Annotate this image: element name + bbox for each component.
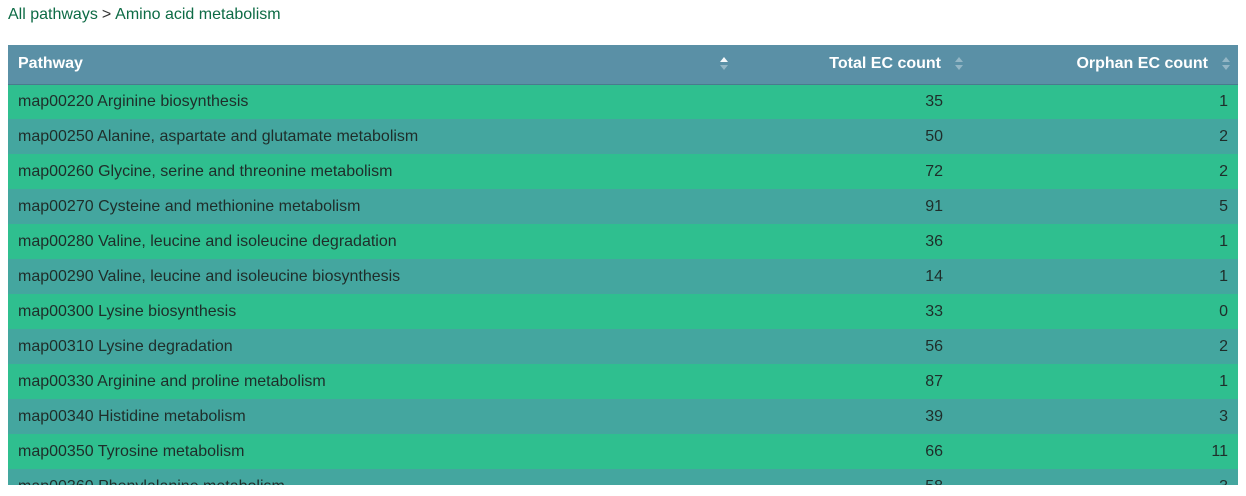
header-row: Pathway Total EC count Orphan EC count — [8, 45, 1238, 85]
total-ec-count-cell: 66 — [730, 434, 973, 469]
table-row[interactable]: map00340 Histidine metabolism 39 3 — [8, 399, 1238, 434]
total-ec-count-cell: 36 — [730, 224, 973, 259]
pathway-cell[interactable]: map00280 Valine, leucine and isoleucine … — [8, 224, 730, 259]
pathway-cell[interactable]: map00300 Lysine biosynthesis — [8, 294, 730, 329]
table-row[interactable]: map00260 Glycine, serine and threonine m… — [8, 154, 1238, 189]
total-ec-count-column-label: Total EC count — [829, 55, 941, 73]
sort-ascending-icon — [720, 56, 728, 72]
table-row[interactable]: map00300 Lysine biosynthesis 33 0 — [8, 294, 1238, 329]
table-row[interactable]: map00280 Valine, leucine and isoleucine … — [8, 224, 1238, 259]
orphan-ec-count-cell: 1 — [973, 224, 1238, 259]
total-ec-count-cell: 58 — [730, 469, 973, 485]
orphan-ec-count-cell: 5 — [973, 189, 1238, 224]
sort-arrows-icon — [1222, 56, 1230, 72]
breadcrumb-all-pathways-link[interactable]: All pathways — [8, 6, 98, 23]
pathway-column-label: Pathway — [18, 55, 83, 73]
orphan-ec-count-cell: 3 — [973, 469, 1238, 485]
orphan-ec-count-cell: 0 — [973, 294, 1238, 329]
pathway-cell[interactable]: map00330 Arginine and proline metabolism — [8, 364, 730, 399]
table-header: Pathway Total EC count Orphan EC count — [8, 45, 1238, 85]
total-ec-count-cell: 91 — [730, 189, 973, 224]
sort-arrows-icon — [955, 56, 963, 72]
orphan-ec-count-cell: 2 — [973, 154, 1238, 189]
orphan-ec-count-cell: 2 — [973, 329, 1238, 364]
orphan-ec-count-cell: 2 — [973, 119, 1238, 154]
table-row[interactable]: map00250 Alanine, aspartate and glutamat… — [8, 119, 1238, 154]
pathway-cell[interactable]: map00250 Alanine, aspartate and glutamat… — [8, 119, 730, 154]
table-row[interactable]: map00220 Arginine biosynthesis 35 1 — [8, 84, 1238, 119]
breadcrumb-separator: > — [101, 6, 112, 23]
breadcrumb-current-link[interactable]: Amino acid metabolism — [115, 6, 280, 23]
orphan-ec-count-cell: 11 — [973, 434, 1238, 469]
pathway-table-container[interactable]: Pathway Total EC count Orphan EC count m… — [8, 45, 1238, 485]
orphan-ec-count-cell: 1 — [973, 364, 1238, 399]
total-ec-count-cell: 14 — [730, 259, 973, 294]
table-body: map00220 Arginine biosynthesis 35 1 map0025… — [8, 84, 1238, 485]
pathway-cell[interactable]: map00340 Histidine metabolism — [8, 399, 730, 434]
total-ec-count-cell: 35 — [730, 84, 973, 119]
total-ec-count-cell: 39 — [730, 399, 973, 434]
total-ec-count-cell: 50 — [730, 119, 973, 154]
orphan-ec-count-column-header[interactable]: Orphan EC count — [973, 45, 1238, 85]
pathway-column-header[interactable]: Pathway — [8, 45, 730, 85]
total-ec-count-cell: 56 — [730, 329, 973, 364]
total-ec-count-cell: 87 — [730, 364, 973, 399]
orphan-ec-count-column-label: Orphan EC count — [1076, 55, 1208, 73]
table-row[interactable]: map00270 Cysteine and methionine metabol… — [8, 189, 1238, 224]
table-row[interactable]: map00350 Tyrosine metabolism 66 11 — [8, 434, 1238, 469]
pathway-cell[interactable]: map00260 Glycine, serine and threonine m… — [8, 154, 730, 189]
breadcrumb: All pathways > Amino acid metabolism — [8, 6, 281, 24]
table-row[interactable]: map00290 Valine, leucine and isoleucine … — [8, 259, 1238, 294]
pathway-cell[interactable]: map00310 Lysine degradation — [8, 329, 730, 364]
total-ec-count-column-header[interactable]: Total EC count — [730, 45, 973, 85]
pathway-table: Pathway Total EC count Orphan EC count m… — [8, 45, 1238, 485]
pathway-cell[interactable]: map00270 Cysteine and methionine metabol… — [8, 189, 730, 224]
pathway-cell[interactable]: map00290 Valine, leucine and isoleucine … — [8, 259, 730, 294]
total-ec-count-cell: 72 — [730, 154, 973, 189]
total-ec-count-cell: 33 — [730, 294, 973, 329]
orphan-ec-count-cell: 3 — [973, 399, 1238, 434]
table-row[interactable]: map00310 Lysine degradation 56 2 — [8, 329, 1238, 364]
pathway-cell[interactable]: map00220 Arginine biosynthesis — [8, 84, 730, 119]
table-row[interactable]: map00360 Phenylalanine metabolism583 — [8, 469, 1238, 485]
orphan-ec-count-cell: 1 — [973, 84, 1238, 119]
orphan-ec-count-cell: 1 — [973, 259, 1238, 294]
pathway-cell[interactable]: map00350 Tyrosine metabolism — [8, 434, 730, 469]
pathway-cell[interactable]: map00360 Phenylalanine metabolism — [8, 469, 730, 485]
table-row[interactable]: map00330 Arginine and proline metabolism… — [8, 364, 1238, 399]
